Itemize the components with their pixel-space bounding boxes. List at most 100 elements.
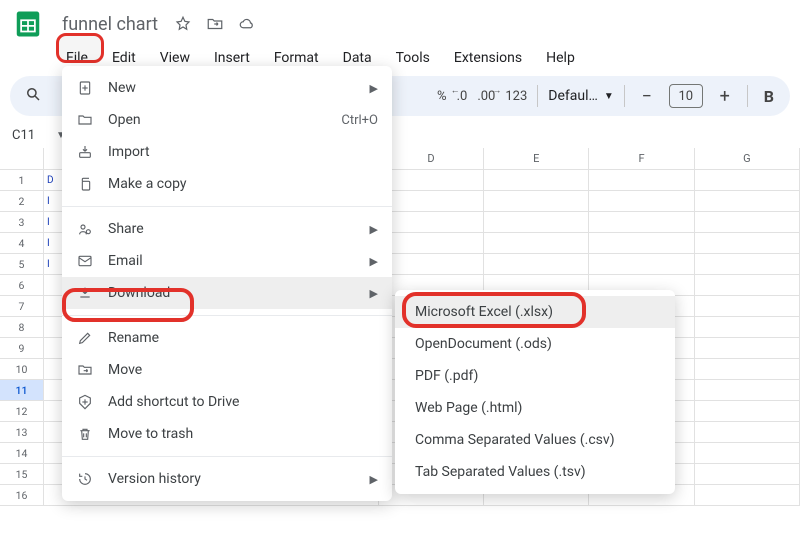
file-add-shortcut[interactable]: Add shortcut to Drive [62, 386, 392, 418]
file-new[interactable]: New ▶ [62, 72, 392, 104]
cell[interactable] [589, 233, 694, 254]
move-folder-icon[interactable] [206, 15, 224, 33]
font-size-decrease[interactable]: − [635, 84, 659, 108]
cell[interactable] [695, 422, 800, 443]
file-move[interactable]: Move [62, 354, 392, 386]
cloud-status-icon[interactable] [238, 15, 256, 33]
name-box[interactable]: C11 [10, 124, 54, 147]
row-header[interactable]: 8 [0, 317, 44, 338]
select-all-corner[interactable] [0, 148, 44, 170]
cell[interactable] [484, 233, 589, 254]
cell[interactable] [589, 254, 694, 275]
cell[interactable] [695, 296, 800, 317]
font-size-input[interactable]: 10 [669, 84, 703, 108]
cell[interactable] [379, 212, 484, 233]
row-header[interactable]: 4 [0, 233, 44, 254]
menu-label: Move to trash [108, 426, 378, 442]
sheets-logo-icon[interactable] [10, 6, 46, 42]
file-share[interactable]: Share ▶ [62, 213, 392, 245]
font-size-increase[interactable]: + [713, 84, 737, 108]
cell[interactable] [379, 170, 484, 191]
decrease-decimal-button[interactable]: .0← [457, 89, 468, 104]
cell[interactable] [589, 191, 694, 212]
cell[interactable] [695, 401, 800, 422]
column-header[interactable]: G [695, 148, 800, 170]
cell[interactable] [589, 170, 694, 191]
cell[interactable] [484, 191, 589, 212]
cell[interactable] [589, 212, 694, 233]
font-select[interactable]: Defaul…▼ [548, 88, 614, 104]
menu-label: Email [108, 253, 356, 269]
row-header[interactable]: 2 [0, 191, 44, 212]
menu-label: Comma Separated Values (.csv) [415, 432, 661, 448]
row-header[interactable]: 11 [0, 380, 44, 401]
file-download[interactable]: Download ▶ [62, 277, 392, 309]
row-header[interactable]: 5 [0, 254, 44, 275]
row-header[interactable]: 7 [0, 296, 44, 317]
file-import[interactable]: Import [62, 136, 392, 168]
menu-extensions[interactable]: Extensions [444, 46, 532, 70]
menu-label: Import [108, 144, 378, 160]
cell[interactable] [695, 485, 800, 506]
cell[interactable] [695, 443, 800, 464]
bold-button[interactable]: B [758, 87, 780, 106]
row-header[interactable]: 15 [0, 464, 44, 485]
search-icon[interactable] [24, 85, 42, 107]
percent-format-button[interactable]: % [437, 89, 447, 104]
download-ods[interactable]: OpenDocument (.ods) [395, 328, 675, 360]
submenu-caret-icon: ▶ [370, 287, 378, 300]
cell[interactable] [695, 275, 800, 296]
menu-separator [62, 315, 392, 316]
cell[interactable] [695, 191, 800, 212]
row-header[interactable]: 3 [0, 212, 44, 233]
star-icon[interactable] [174, 15, 192, 33]
row-header[interactable]: 6 [0, 275, 44, 296]
column-header[interactable]: E [484, 148, 589, 170]
cell[interactable] [695, 380, 800, 401]
cell[interactable] [484, 212, 589, 233]
cell[interactable] [379, 191, 484, 212]
number-format-button[interactable]: 123 [505, 89, 527, 104]
cell[interactable] [695, 233, 800, 254]
cell[interactable] [695, 170, 800, 191]
file-version-history[interactable]: Version history ▶ [62, 463, 392, 495]
download-pdf[interactable]: PDF (.pdf) [395, 360, 675, 392]
file-rename[interactable]: Rename [62, 322, 392, 354]
download-icon [76, 285, 94, 301]
increase-decimal-button[interactable]: .00→ [477, 89, 495, 104]
row-header[interactable]: 16 [0, 485, 44, 506]
cell[interactable] [695, 212, 800, 233]
column-header[interactable]: F [589, 148, 694, 170]
column-header[interactable]: D [379, 148, 484, 170]
row-header[interactable]: 13 [0, 422, 44, 443]
row-header[interactable]: 1 [0, 170, 44, 191]
cell[interactable] [379, 254, 484, 275]
cell[interactable] [484, 170, 589, 191]
row-header[interactable]: 10 [0, 359, 44, 380]
cell[interactable] [484, 254, 589, 275]
row-header[interactable]: 12 [0, 401, 44, 422]
cell[interactable] [695, 359, 800, 380]
file-trash[interactable]: Move to trash [62, 418, 392, 450]
cell[interactable] [695, 338, 800, 359]
download-tsv[interactable]: Tab Separated Values (.tsv) [395, 456, 675, 488]
menu-help[interactable]: Help [536, 46, 585, 70]
download-csv[interactable]: Comma Separated Values (.csv) [395, 424, 675, 456]
document-title[interactable]: funnel chart [56, 12, 164, 37]
cell[interactable] [695, 254, 800, 275]
menu-tools[interactable]: Tools [386, 46, 440, 70]
file-email[interactable]: Email ▶ [62, 245, 392, 277]
file-menu-panel: New ▶ Open Ctrl+O Import Make a copy Sha… [62, 66, 392, 501]
file-make-copy[interactable]: Make a copy [62, 168, 392, 200]
download-html[interactable]: Web Page (.html) [395, 392, 675, 424]
download-xlsx[interactable]: Microsoft Excel (.xlsx) [395, 296, 675, 328]
row-header[interactable]: 14 [0, 443, 44, 464]
cell[interactable] [695, 464, 800, 485]
row-header[interactable]: 9 [0, 338, 44, 359]
file-open[interactable]: Open Ctrl+O [62, 104, 392, 136]
cell[interactable] [379, 233, 484, 254]
menu-label: PDF (.pdf) [415, 368, 661, 384]
menu-separator [62, 206, 392, 207]
cell[interactable] [695, 317, 800, 338]
menu-label: New [108, 80, 356, 96]
